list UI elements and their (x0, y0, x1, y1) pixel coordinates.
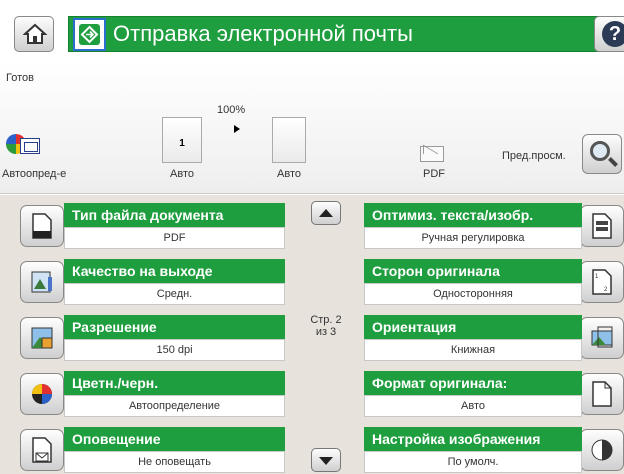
option-title: Оптимиз. текста/изобр. (364, 203, 582, 227)
magnifier-icon (590, 141, 610, 161)
page-indicator-total: из 3 (315, 326, 337, 338)
optimize-icon[interactable] (580, 205, 624, 247)
option-value: Книжная (364, 339, 582, 361)
next-page-arrow-icon[interactable] (234, 125, 240, 133)
orientation-icon[interactable] (580, 317, 624, 359)
option-value: По умолч. (364, 451, 582, 473)
page-indicator-current: Стр. 2 (310, 314, 342, 326)
status-area: Готов 100% Автоопред-е 1 Авто Авто PDF П… (0, 62, 624, 194)
zoom-level: 100% (217, 104, 246, 116)
page-thumbnail-1[interactable]: 1 (162, 117, 202, 163)
thumbnail-2-label: Авто (277, 168, 301, 180)
file-type-label: PDF (423, 168, 445, 180)
option-title: Формат оригинала: (364, 371, 582, 395)
option-title: Ориентация (364, 315, 582, 339)
home-icon (23, 23, 47, 44)
home-button[interactable] (14, 16, 54, 52)
preview-label: Пред.просм. (502, 150, 566, 162)
option-value: Авто (364, 395, 582, 417)
chevron-up-icon (319, 209, 333, 217)
help-button[interactable]: ? (594, 16, 624, 52)
original-size-icon[interactable] (580, 373, 624, 415)
option-value: Ручная регулировка (364, 227, 582, 249)
option-orientation[interactable]: Ориентация Книжная (0, 313, 624, 361)
help-icon: ? (602, 21, 624, 47)
header-bar: Отправка электронной почты ? (0, 0, 624, 62)
chevron-down-icon (319, 457, 333, 465)
page-thumbnail-2[interactable] (272, 117, 306, 163)
option-image-adjust[interactable]: Настройка изображения По умолч. (0, 425, 624, 473)
status-text: Готов (6, 72, 34, 84)
app-title-bar: Отправка электронной почты (68, 16, 608, 52)
scroll-down-button[interactable] (311, 448, 341, 472)
option-original-sides[interactable]: 12 Сторон оригинала Односторонняя (0, 257, 624, 305)
scroll-up-button[interactable] (311, 201, 341, 225)
envelope-icon (420, 146, 444, 162)
preview-button[interactable] (582, 134, 622, 174)
magnifier-handle (608, 157, 618, 167)
document-copy-icon (20, 138, 40, 154)
email-app-icon[interactable] (73, 18, 106, 51)
page-indicator: Стр. 2 из 3 (300, 314, 352, 338)
option-title: Сторон оригинала (364, 259, 582, 283)
option-original-size[interactable]: Формат оригинала: Авто (0, 369, 624, 417)
image-adjust-icon[interactable] (580, 429, 624, 471)
option-text-image-optimize[interactable]: Оптимиз. текста/изобр. Ручная регулировк… (0, 201, 624, 249)
option-title: Настройка изображения (364, 427, 582, 451)
sides-icon[interactable]: 12 (580, 261, 624, 303)
page-number: 1 (179, 138, 185, 149)
page-title: Отправка электронной почты (113, 21, 413, 46)
thumbnail-1-label: Авто (170, 168, 194, 180)
auto-detect-label: Автоопред-е (2, 168, 67, 180)
option-value: Односторонняя (364, 283, 582, 305)
